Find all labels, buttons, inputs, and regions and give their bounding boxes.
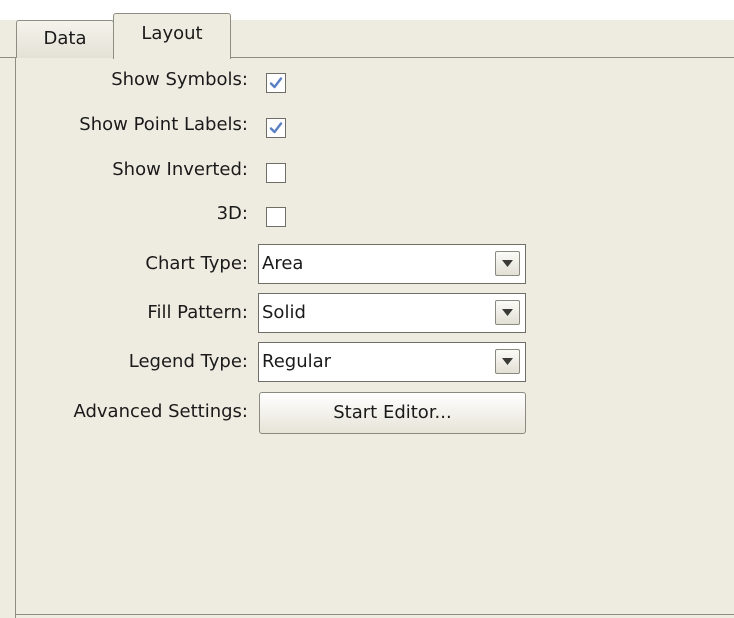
3d-label: 3D:: [216, 203, 248, 224]
chart-type-label: Chart Type:: [145, 253, 248, 274]
chevron-down-icon[interactable]: [495, 300, 520, 325]
tab-strip-divider: [0, 57, 16, 58]
chevron-down-icon[interactable]: [495, 349, 520, 374]
chart-type-select[interactable]: Area: [258, 244, 526, 284]
show-symbols-label: Show Symbols:: [111, 69, 248, 90]
legend-type-select[interactable]: Regular: [258, 342, 526, 382]
chart-properties-panel: Data Layout Show Symbols: Show Point Lab…: [0, 0, 734, 618]
show-symbols-checkbox[interactable]: [266, 73, 286, 93]
fill-pattern-value: Solid: [262, 302, 306, 323]
tab-data[interactable]: Data: [16, 20, 114, 58]
show-point-labels-checkbox[interactable]: [266, 118, 286, 138]
legend-type-label: Legend Type:: [128, 351, 248, 372]
chart-type-value: Area: [262, 253, 304, 274]
start-editor-button[interactable]: Start Editor...: [259, 392, 526, 434]
checkmark-icon: [269, 77, 283, 89]
tab-strip-divider: [230, 57, 734, 58]
show-inverted-label: Show Inverted:: [112, 159, 248, 180]
show-inverted-checkbox[interactable]: [266, 163, 286, 183]
fill-pattern-select[interactable]: Solid: [258, 293, 526, 333]
panel-border: [15, 614, 734, 615]
panel-border: [15, 58, 16, 618]
chevron-down-icon[interactable]: [495, 251, 520, 276]
tab-layout[interactable]: Layout: [113, 13, 231, 59]
advanced-settings-label: Advanced Settings:: [73, 401, 248, 422]
checkmark-icon: [269, 122, 283, 134]
legend-type-value: Regular: [262, 351, 332, 372]
3d-checkbox[interactable]: [266, 207, 286, 227]
show-point-labels-label: Show Point Labels:: [79, 114, 248, 135]
fill-pattern-label: Fill Pattern:: [147, 302, 248, 323]
